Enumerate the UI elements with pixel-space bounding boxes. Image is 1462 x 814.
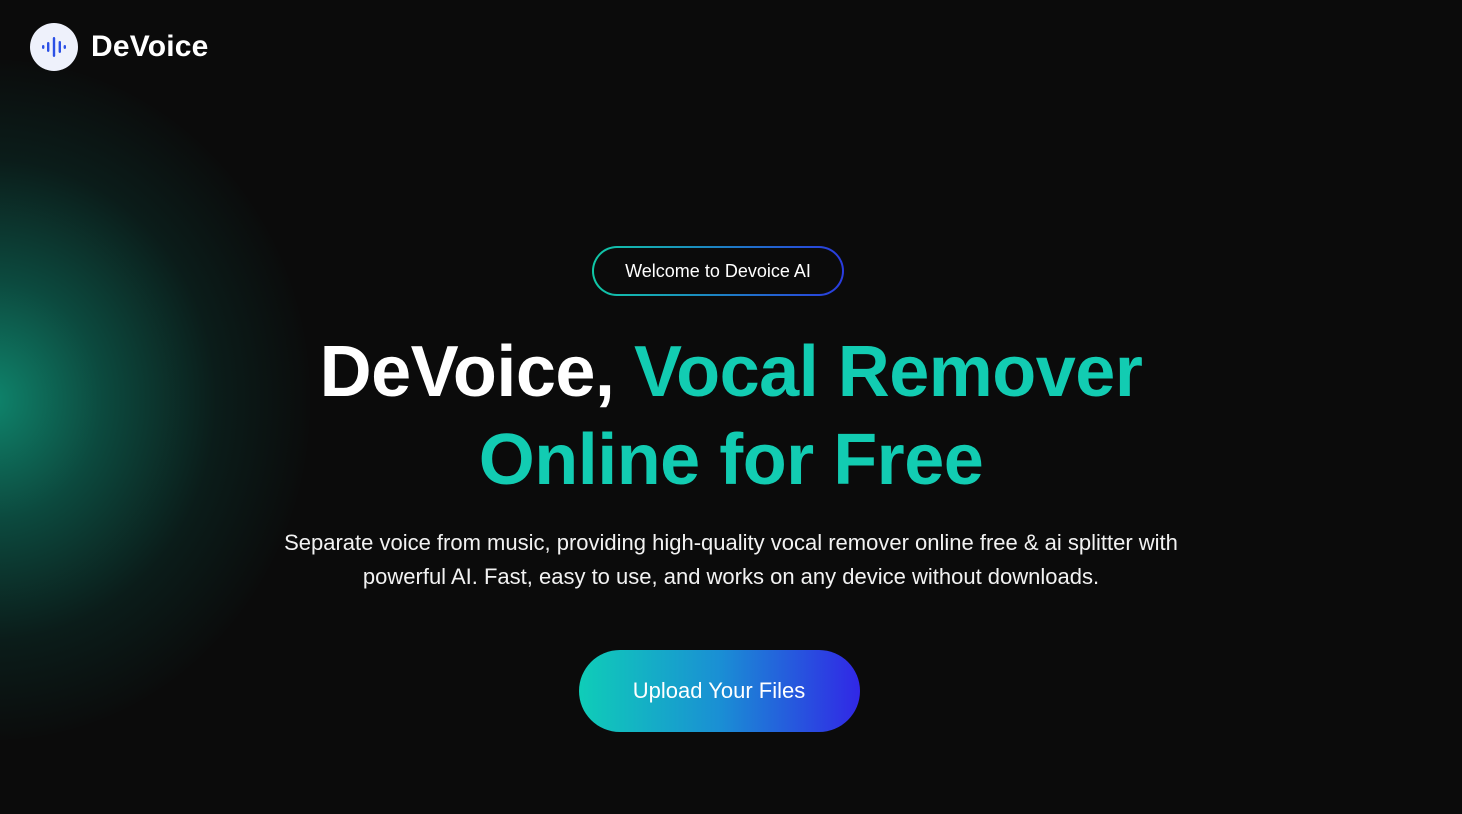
subtitle-line-1: Separate voice from music, providing hig… — [284, 530, 1178, 555]
hero-subtitle: Separate voice from music, providing hig… — [231, 526, 1231, 594]
page-title: DeVoice, Vocal Remover Online for Free — [320, 328, 1143, 504]
header: DeVoice — [30, 23, 209, 71]
title-accent-2: Online for Free — [478, 420, 984, 500]
brand-name[interactable]: DeVoice — [91, 30, 209, 64]
title-brand: DeVoice, — [319, 332, 615, 412]
subtitle-line-2: powerful AI. Fast, easy to use, and work… — [362, 564, 1100, 589]
welcome-pill: Welcome to Devoice AI — [592, 246, 844, 296]
upload-files-button[interactable]: Upload Your Files — [578, 650, 860, 732]
logo-badge[interactable] — [30, 23, 78, 71]
title-accent-1: Vocal Remover — [633, 332, 1143, 412]
hero-section: Welcome to Devoice AI DeVoice, Vocal Rem… — [0, 246, 1462, 732]
sound-wave-icon — [42, 37, 66, 57]
welcome-pill-text: Welcome to Devoice AI — [625, 260, 811, 281]
page: DeVoice Welcome to Devoice AI DeVoice, V… — [0, 0, 1462, 814]
